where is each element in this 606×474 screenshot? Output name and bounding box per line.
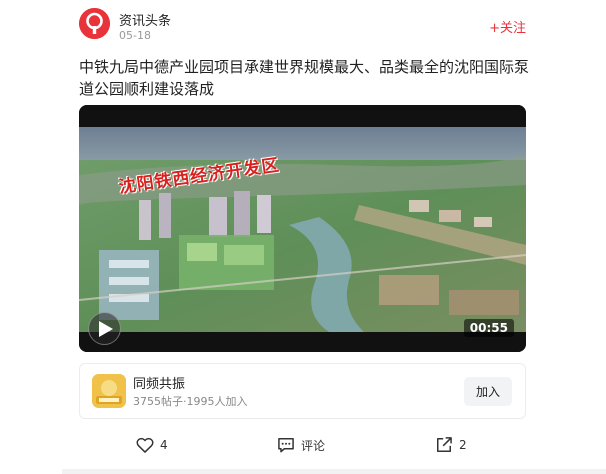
join-button[interactable]: 加入 (464, 377, 512, 406)
post-title[interactable]: 中铁九局中德产业园项目承建世界规模最大、品类最全的沈阳国际泵道公园顺利建设落成 (79, 56, 529, 100)
like-button[interactable]: 4 (135, 432, 168, 458)
source-logo-icon (79, 8, 110, 39)
group-logo-icon (92, 374, 126, 408)
like-count: 4 (160, 438, 168, 452)
post-date: 05-18 (119, 29, 151, 42)
group-avatar (92, 374, 126, 408)
feed-divider (62, 469, 606, 474)
follow-button[interactable]: +关注 (489, 17, 526, 36)
source-name[interactable]: 资讯头条 (119, 10, 171, 29)
share-count: 2 (459, 438, 467, 452)
video-thumbnail (79, 105, 526, 352)
play-icon (99, 321, 113, 337)
heart-icon (136, 437, 154, 453)
video-duration: 00:55 (463, 319, 514, 337)
share-button[interactable]: 2 (434, 432, 467, 458)
group-stats: 3755帖子·1995人加入 (133, 395, 248, 408)
post-header: 资讯头条 05-18 +关注 (79, 8, 526, 46)
action-bar: 4 评论 2 (79, 432, 526, 458)
comment-label: 评论 (301, 438, 326, 453)
comment-button[interactable]: 评论 (276, 432, 325, 458)
play-button[interactable] (88, 312, 121, 345)
share-icon (437, 437, 452, 452)
group-name: 同频共振 (133, 377, 186, 392)
video-player[interactable]: 沈阳铁西经济开发区 00:55 (79, 105, 526, 352)
comment-icon (278, 438, 294, 453)
group-card[interactable]: 同频共振 3755帖子·1995人加入 加入 (79, 363, 526, 419)
source-avatar[interactable] (79, 8, 110, 39)
